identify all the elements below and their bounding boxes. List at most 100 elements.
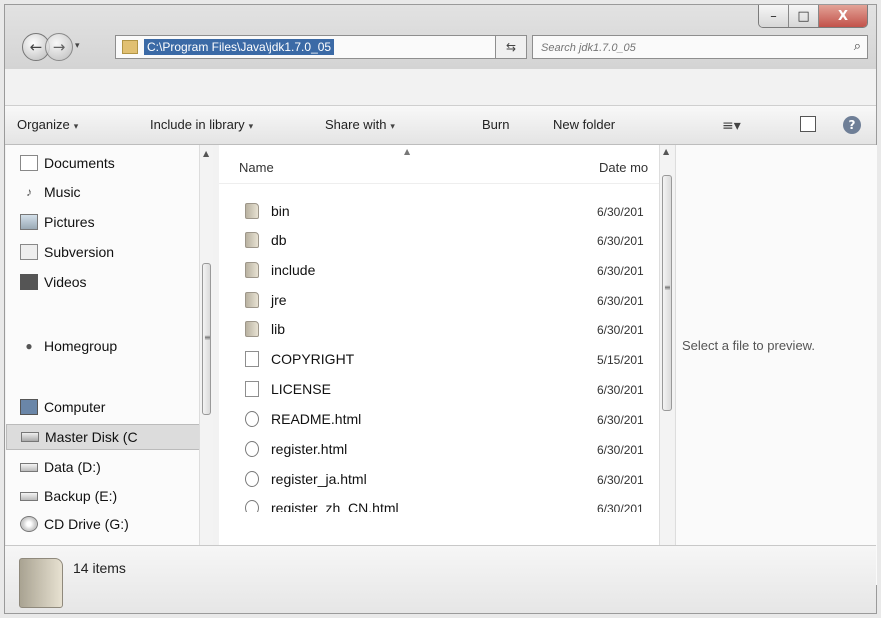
sidebar-item-music[interactable]: ♪ Music	[20, 184, 81, 200]
file-date: 5/15/201	[597, 353, 644, 367]
change-view-icon[interactable]: ≡▾	[722, 118, 741, 134]
sidebar-item-videos[interactable]: Videos	[20, 274, 87, 290]
share-with-label: Share with	[325, 117, 387, 132]
sidebar-item-label: Documents	[44, 155, 115, 171]
file-row[interactable]: include 6/30/201	[219, 256, 659, 284]
scroll-up-icon[interactable]: ▲	[203, 149, 209, 158]
forward-button[interactable]: →	[45, 33, 73, 61]
file-name: LICENSE	[271, 381, 331, 397]
file-name: lib	[271, 321, 286, 337]
sidebar-item-label: Data (D:)	[44, 459, 101, 475]
subversion-icon	[20, 244, 38, 260]
navigation-scrollbar[interactable]: ▲ ≡ ▼	[199, 145, 213, 585]
close-button[interactable]: X	[819, 5, 867, 27]
drive-icon	[20, 491, 38, 501]
sidebar-item-cd-drive[interactable]: CD Drive (G:)	[20, 516, 129, 532]
scroll-thumb[interactable]	[662, 175, 672, 411]
file-date: 6/30/201	[597, 473, 644, 487]
column-date-header[interactable]: Date mo	[599, 160, 648, 175]
sidebar-item-pictures[interactable]: Pictures	[20, 214, 95, 230]
file-row[interactable]: register_zh_CN.html 6/30/201	[219, 494, 659, 512]
chevron-down-icon: ▾	[390, 121, 395, 131]
sidebar-item-label: Subversion	[44, 244, 115, 260]
column-name-header[interactable]: Name	[239, 160, 274, 175]
sidebar-item-data[interactable]: Data (D:)	[20, 459, 101, 475]
forward-arrow-icon: →	[52, 38, 66, 56]
drive-icon	[20, 462, 38, 472]
share-with-button[interactable]: Share with ▾	[325, 117, 395, 132]
sidebar-item-master-disk[interactable]: Master Disk (C	[6, 424, 200, 450]
file-row[interactable]: jre 6/30/201	[219, 286, 659, 314]
sidebar-item-homegroup[interactable]: ● Homegroup	[20, 338, 117, 354]
organize-label: Organize	[17, 117, 70, 132]
minimize-button[interactable]: –	[759, 5, 789, 27]
search-icon[interactable]: ⌕	[854, 39, 861, 54]
sort-arrow-icon: ▲	[404, 147, 411, 156]
preview-pane-icon[interactable]	[800, 116, 816, 132]
file-row[interactable]: register.html 6/30/201	[219, 435, 659, 463]
sidebar-item-documents[interactable]: Documents	[20, 155, 115, 171]
refresh-button[interactable]: ⇆	[495, 35, 527, 59]
search-input[interactable]	[533, 37, 849, 59]
item-count: 14 items	[73, 560, 126, 576]
title-bar[interactable]: – □ X ← → ▾ C:\Program Files\Java\jdk1.7…	[5, 5, 876, 69]
window-controls: – □ X	[758, 5, 868, 28]
column-header: ▲ Name Date mo	[219, 145, 659, 184]
file-date: 6/30/201	[597, 443, 644, 457]
back-arrow-icon: ←	[29, 38, 43, 56]
file-date: 6/30/201	[597, 383, 644, 397]
homegroup-icon: ●	[25, 339, 33, 353]
drive-icon	[21, 432, 39, 442]
recent-pages-dropdown[interactable]: ▾	[75, 41, 80, 51]
address-bar[interactable]: C:\Program Files\Java\jdk1.7.0_05 ▾	[115, 35, 515, 59]
html-file-icon	[245, 441, 259, 457]
explorer-window: – □ X ← → ▾ C:\Program Files\Java\jdk1.7…	[4, 4, 877, 614]
organize-button[interactable]: Organize ▾	[17, 117, 78, 132]
refresh-icon: ⇆	[505, 40, 517, 54]
sidebar-item-subversion[interactable]: Subversion	[20, 244, 114, 260]
file-date: 6/30/201	[597, 294, 644, 308]
include-in-library-button[interactable]: Include in library ▾	[150, 117, 253, 132]
sidebar-item-backup[interactable]: Backup (E:)	[20, 488, 117, 504]
navigation-pane: Documents ♪ Music Pictures Subversion Vid…	[6, 145, 213, 585]
computer-icon	[20, 399, 38, 415]
include-in-library-label: Include in library	[150, 117, 245, 132]
file-date: 6/30/201	[597, 205, 644, 219]
folder-icon	[245, 321, 259, 337]
file-date: 6/30/201	[597, 502, 644, 512]
grip-icon: ≡	[204, 333, 211, 342]
file-row[interactable]: lib 6/30/201	[219, 315, 659, 343]
file-date: 6/30/201	[597, 234, 644, 248]
help-icon[interactable]: ?	[843, 116, 861, 134]
document-icon	[245, 381, 259, 397]
file-name: register_zh_CN.html	[271, 500, 399, 512]
search-box[interactable]: ⌕	[532, 35, 868, 59]
folder-icon	[245, 292, 259, 308]
scroll-up-icon[interactable]: ▲	[663, 147, 669, 156]
sidebar-item-label: Master Disk (C	[45, 429, 138, 445]
sidebar-item-label: Pictures	[44, 214, 95, 230]
new-folder-button[interactable]: New folder	[553, 117, 615, 132]
file-row[interactable]: README.html 6/30/201	[219, 405, 659, 433]
file-row[interactable]: db 6/30/201	[219, 226, 659, 254]
file-row[interactable]: register_ja.html 6/30/201	[219, 465, 659, 493]
chevron-down-icon: ▾	[248, 121, 254, 131]
sidebar-item-label: Homegroup	[44, 338, 118, 354]
file-row[interactable]: LICENSE 6/30/201	[219, 375, 659, 403]
file-list-vertical-scrollbar[interactable]: ▲ ≡ ▼	[659, 145, 674, 573]
sidebar-item-computer[interactable]: Computer	[20, 399, 105, 415]
address-path[interactable]: C:\Program Files\Java\jdk1.7.0_05	[144, 39, 335, 55]
cd-drive-icon	[20, 516, 38, 532]
sidebar-item-label: Computer	[44, 399, 106, 415]
file-row[interactable]: bin 6/30/201	[219, 197, 659, 225]
file-date: 6/30/201	[597, 323, 644, 337]
file-name: bin	[271, 203, 290, 219]
preview-pane: Select a file to preview.	[675, 145, 877, 585]
burn-button[interactable]: Burn	[482, 117, 509, 132]
preview-message: Select a file to preview.	[682, 338, 815, 353]
folder-icon	[19, 558, 63, 608]
file-row[interactable]: COPYRIGHT 5/15/201	[219, 345, 659, 373]
details-pane: 14 items	[5, 545, 876, 613]
maximize-button[interactable]: □	[789, 5, 819, 27]
sidebar-item-label: Backup (E:)	[44, 488, 118, 504]
